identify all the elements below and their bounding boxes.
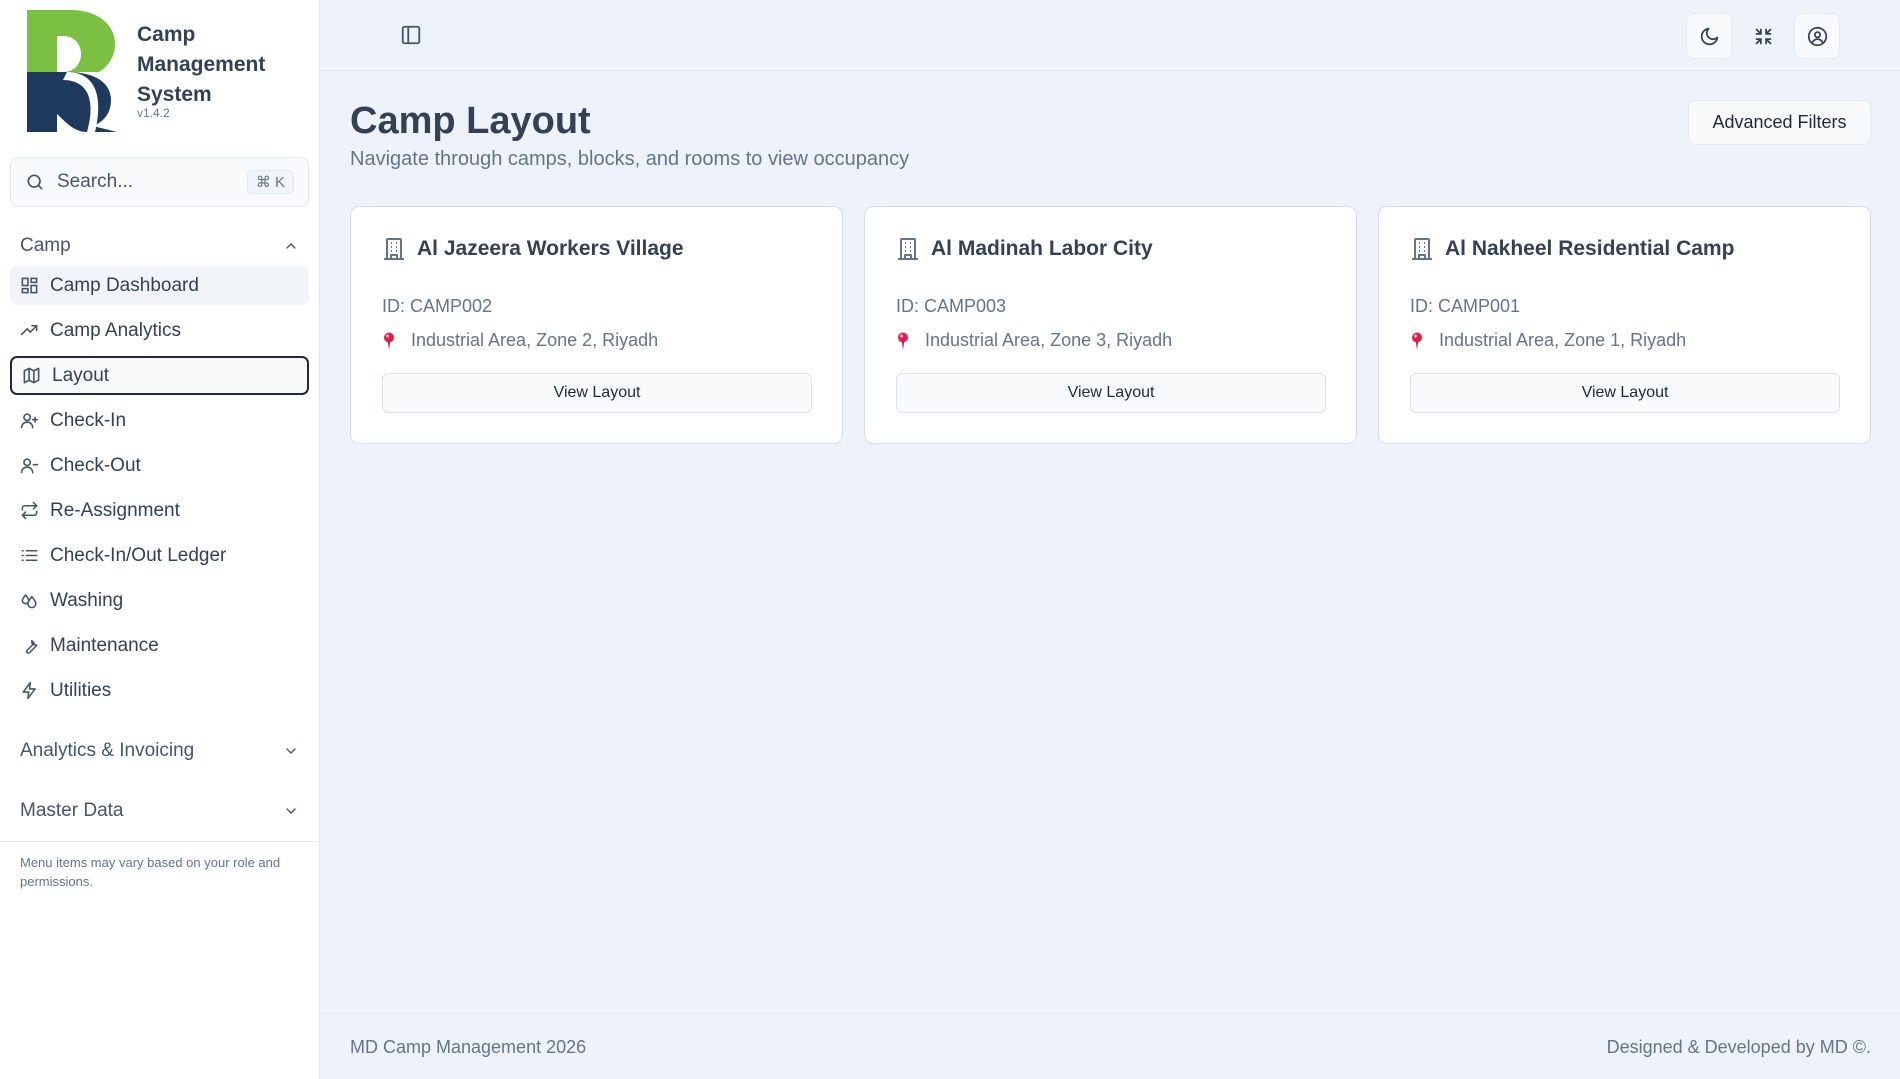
view-layout-button[interactable]: View Layout: [1410, 373, 1840, 413]
brand-title: Camp Management System: [137, 23, 266, 106]
brand-logo: [27, 10, 117, 132]
camp-id: ID: CAMP003: [896, 296, 1007, 316]
app-version: v1.4.2: [137, 106, 170, 120]
sidebar-item-ledger[interactable]: Check-In/Out Ledger: [10, 536, 309, 575]
page-subtitle: Navigate through camps, blocks, and room…: [350, 148, 910, 170]
chevron-down-icon: [286, 808, 296, 814]
camp-card-header: Al Madinah Labor City: [896, 237, 1153, 261]
building-icon: [384, 238, 404, 260]
camp-location: Industrial Area, Zone 3, Riyadh: [896, 330, 1172, 351]
section-analytics-label: Analytics & Invoicing: [20, 740, 195, 761]
sidebar-item-label: Check-In/Out Ledger: [50, 544, 227, 566]
sidebar-toggle-button[interactable]: [400, 24, 422, 46]
minimize-icon: [1755, 28, 1771, 44]
sidebar-item-label: Check-Out: [50, 454, 141, 476]
chevron-up-icon: [286, 243, 296, 249]
camp-name: Al Nakheel Residential Camp: [1445, 237, 1735, 260]
sidebar-divider: [0, 841, 320, 842]
section-camp-header[interactable]: Camp: [10, 228, 309, 264]
search-input[interactable]: Search... ⌘ K: [10, 157, 309, 207]
section-camp-label: Camp: [20, 235, 71, 256]
sidebar-item-camp-dashboard[interactable]: Camp Dashboard: [10, 266, 309, 305]
user-icon: [20, 458, 39, 474]
map-pin-icon: [384, 332, 394, 350]
sidebar-item-label: Utilities: [50, 679, 112, 701]
section-master-data-header[interactable]: Master Data: [10, 793, 309, 829]
sidebar-item-label: Maintenance: [50, 634, 159, 656]
view-layout-button[interactable]: View Layout: [382, 373, 812, 413]
section-master-data-label: Master Data: [20, 800, 124, 821]
camp-nav: Camp Dashboard Camp Analytics Layout Che…: [10, 266, 309, 716]
sidebar-item-camp-analytics[interactable]: Camp Analytics: [10, 311, 309, 350]
camp-location: Industrial Area, Zone 1, Riyadh: [1410, 330, 1686, 351]
camp-name: Al Madinah Labor City: [931, 237, 1153, 260]
sidebar-item-label: Camp Dashboard: [50, 274, 199, 296]
wrench-icon: [25, 639, 38, 654]
page-title: Camp Layout: [350, 100, 591, 142]
sidebar-item-layout[interactable]: Layout: [10, 356, 309, 395]
map-icon: [23, 367, 40, 384]
camp-location-text: Industrial Area, Zone 2, Riyadh: [411, 330, 659, 350]
sidebar-item-label: Re-Assignment: [50, 499, 180, 521]
view-layout-button[interactable]: View Layout: [896, 373, 1326, 413]
camp-location: Industrial Area, Zone 2, Riyadh: [382, 330, 658, 351]
sidebar-item-maintenance[interactable]: Maintenance: [10, 626, 309, 665]
camp-card: Al Madinah Labor City ID: CAMP003 Indust…: [864, 206, 1357, 444]
footer-copyright: MD Camp Management 2026: [350, 1037, 587, 1057]
camp-card-header: Al Nakheel Residential Camp: [1410, 237, 1734, 261]
building-icon: [1412, 238, 1432, 260]
camp-id: ID: CAMP001: [1410, 296, 1521, 316]
camp-id: ID: CAMP002: [382, 296, 493, 316]
user-plus-icon: [20, 413, 39, 429]
camp-card-header: Al Jazeera Workers Village: [382, 237, 684, 261]
list-icon: [21, 549, 38, 562]
droplets-icon: [21, 594, 37, 609]
building-icon: [898, 238, 918, 260]
sidebar-permissions-note: Menu items may vary based on your role a…: [20, 855, 281, 889]
footer-credits: Designed & Developed by MD ©.: [1606, 1037, 1871, 1057]
camp-card: Al Nakheel Residential Camp ID: CAMP001 …: [1378, 206, 1871, 444]
camp-cards: Al Jazeera Workers Village ID: CAMP002 I…: [350, 206, 1871, 444]
section-analytics-header[interactable]: Analytics & Invoicing: [10, 733, 309, 769]
sidebar-item-re-assignment[interactable]: Re-Assignment: [10, 491, 309, 530]
sidebar-item-label: Camp Analytics: [50, 319, 181, 341]
brand[interactable]: Camp Management System v1.4.2: [27, 10, 317, 132]
moon-icon: [1700, 27, 1718, 45]
sidebar-item-washing[interactable]: Washing: [10, 581, 309, 620]
sidebar-item-label: Washing: [50, 589, 124, 611]
map-pin-icon: [1412, 332, 1422, 350]
dashboard-grid-icon: [21, 277, 38, 294]
sidebar-item-check-in[interactable]: Check-In: [10, 401, 309, 440]
trending-up-icon: [20, 324, 38, 336]
sidebar-item-label: Check-In: [50, 409, 127, 431]
sidebar-item-check-out[interactable]: Check-Out: [10, 446, 309, 485]
fullscreen-exit-button[interactable]: [1740, 13, 1786, 59]
user-circle-icon: [1807, 26, 1827, 46]
camp-location-text: Industrial Area, Zone 3, Riyadh: [925, 330, 1173, 350]
advanced-filters-button[interactable]: Advanced Filters: [1688, 100, 1871, 145]
sidebar: Camp Management System v1.4.2 Search... …: [0, 0, 320, 1079]
sidebar-item-label: Layout: [52, 364, 110, 386]
search-icon: [27, 174, 43, 190]
camp-location-text: Industrial Area, Zone 1, Riyadh: [1439, 330, 1687, 350]
map-pin-icon: [898, 332, 908, 350]
user-menu-button[interactable]: [1794, 13, 1840, 59]
repeat-icon: [21, 501, 38, 520]
topbar: [320, 0, 1900, 71]
theme-toggle-button[interactable]: [1686, 13, 1732, 59]
sidebar-item-utilities[interactable]: Utilities: [10, 671, 309, 710]
footer: MD Camp Management 2026 Designed & Devel…: [320, 1013, 1900, 1079]
camp-card: Al Jazeera Workers Village ID: CAMP002 I…: [350, 206, 843, 444]
search-placeholder: Search...: [57, 171, 134, 192]
chevron-down-icon: [286, 748, 296, 754]
search-shortcut-badge: ⌘ K: [246, 170, 294, 194]
camp-name: Al Jazeera Workers Village: [417, 237, 684, 260]
sidebar-toggle-icon: [401, 25, 421, 45]
zap-icon: [22, 681, 36, 700]
